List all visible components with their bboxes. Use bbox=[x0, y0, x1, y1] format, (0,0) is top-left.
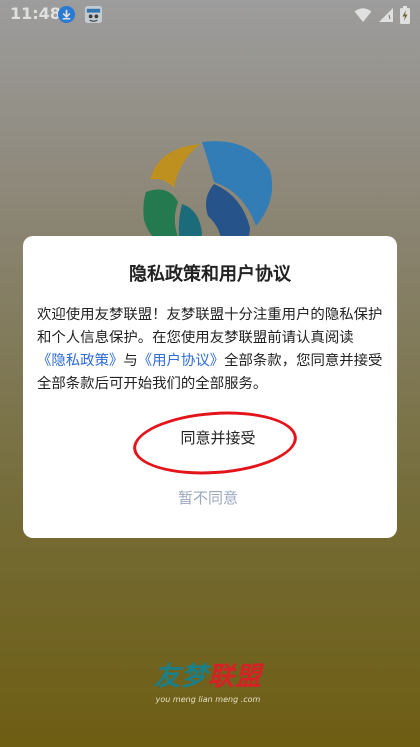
body-text-part2: 与 bbox=[123, 353, 138, 369]
brand-name-part2: 联盟 bbox=[208, 662, 263, 692]
dialog-body: 欢迎使用友梦联盟！友梦联盟十分注重用户的隐私保护和个人信息保护。在您使用友梦联盟… bbox=[37, 304, 383, 396]
brand-url: you meng lian meng .com bbox=[155, 695, 261, 704]
privacy-policy-link[interactable]: 《隐私政策》 bbox=[37, 353, 123, 369]
disagree-button[interactable]: 暂不同意 bbox=[133, 480, 283, 516]
agree-button[interactable]: 同意并接受 bbox=[133, 418, 303, 458]
brand-name: 友梦联盟 bbox=[138, 656, 278, 693]
privacy-dialog: 隐私政策和用户协议 欢迎使用友梦联盟！友梦联盟十分注重用户的隐私保护和个人信息保… bbox=[23, 236, 397, 538]
brand-name-part1: 友梦 bbox=[153, 662, 208, 692]
body-text-part1: 欢迎使用友梦联盟！友梦联盟十分注重用户的隐私保护和个人信息保护。在您使用友梦联盟… bbox=[37, 307, 383, 346]
dialog-title: 隐私政策和用户协议 bbox=[129, 264, 291, 285]
user-agreement-link[interactable]: 《用户协议》 bbox=[138, 353, 224, 369]
brand-logo: 友梦联盟 you meng lian meng .com bbox=[138, 656, 278, 704]
